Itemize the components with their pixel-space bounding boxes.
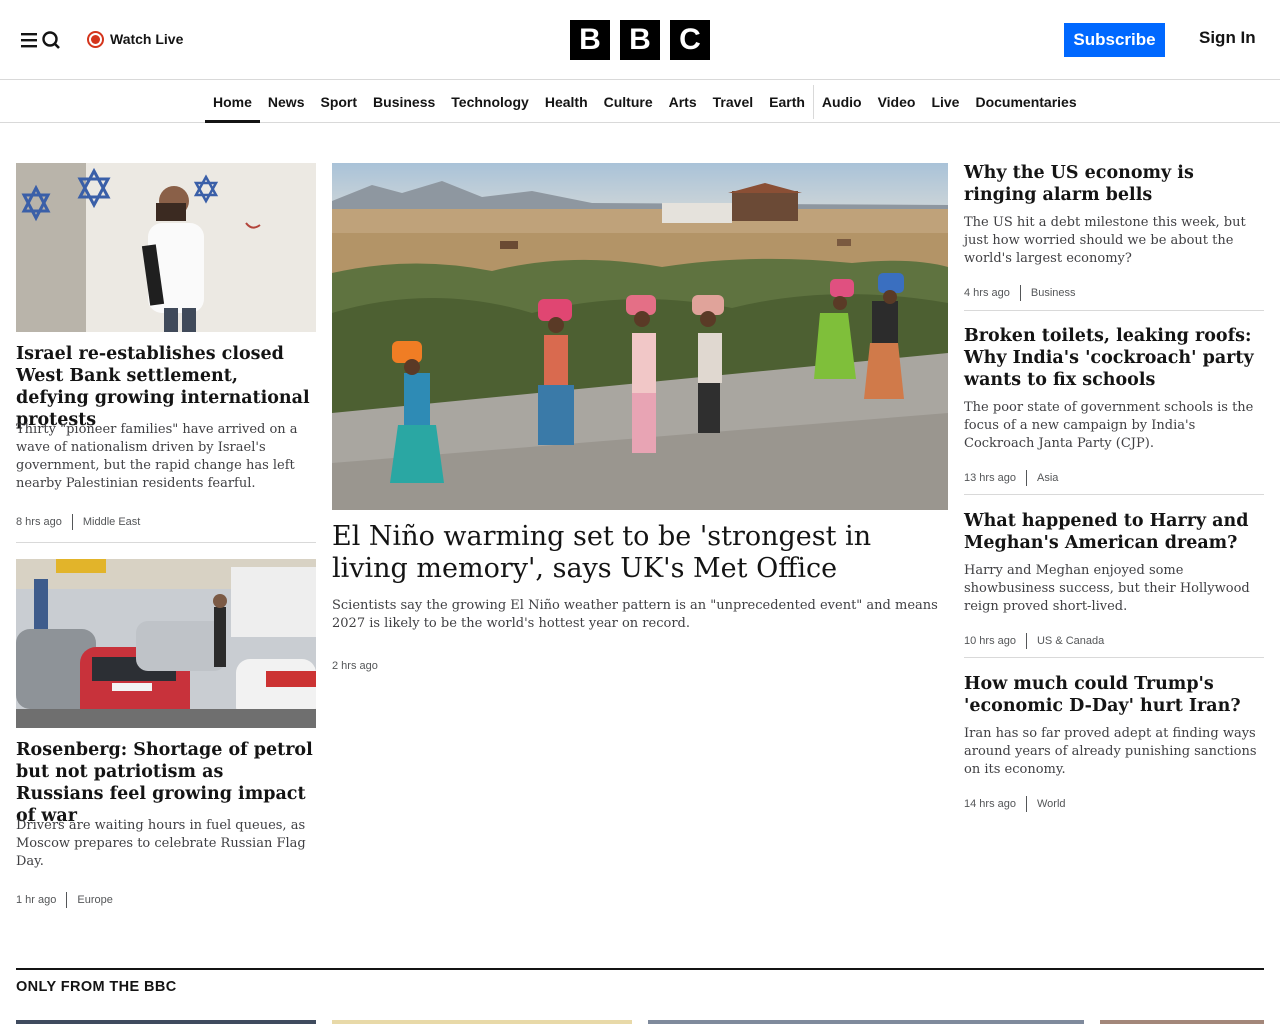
article-meta: 4 hrs ago Business bbox=[964, 285, 1076, 301]
menu-search-button[interactable] bbox=[20, 26, 64, 54]
nav-item-home[interactable]: Home bbox=[205, 81, 260, 123]
lead-article-meta: 2 hrs ago bbox=[332, 658, 378, 674]
nav-item-arts[interactable]: Arts bbox=[661, 81, 705, 122]
nav-item-documentaries[interactable]: Documentaries bbox=[967, 81, 1084, 122]
nav-item-business[interactable]: Business bbox=[365, 81, 443, 122]
article-category-link[interactable]: US & Canada bbox=[1027, 635, 1104, 647]
nav-item-live[interactable]: Live bbox=[923, 81, 967, 122]
el-nino-photo bbox=[332, 163, 948, 510]
section-image-peek[interactable] bbox=[332, 1020, 632, 1024]
article-headline[interactable]: How much could Trump's 'economic D-Day' … bbox=[964, 673, 1264, 717]
section-image-peek[interactable] bbox=[648, 1020, 1084, 1024]
article-category-link[interactable]: Business bbox=[1021, 287, 1076, 299]
article-image-fuel-queue[interactable] bbox=[16, 559, 316, 728]
live-dot-icon bbox=[87, 30, 104, 48]
article-summary: The US hit a debt milestone this week, b… bbox=[964, 215, 1246, 266]
article-meta: 13 hrs ago Asia bbox=[964, 470, 1058, 486]
article-category-link[interactable]: Asia bbox=[1027, 472, 1058, 484]
west-bank-photo bbox=[16, 163, 316, 332]
logo-letter-b2: B bbox=[620, 20, 660, 60]
article-time: 10 hrs ago bbox=[964, 633, 1027, 649]
nav-item-earth[interactable]: Earth bbox=[761, 81, 813, 122]
article-time: 1 hr ago bbox=[16, 892, 68, 908]
lead-article-image[interactable] bbox=[332, 163, 948, 510]
article-summary: The poor state of government schools is … bbox=[964, 400, 1254, 451]
nav-item-news[interactable]: News bbox=[260, 81, 313, 122]
article-category-link[interactable]: Middle East bbox=[73, 516, 140, 528]
section-image-peek[interactable] bbox=[1100, 1020, 1264, 1024]
watch-live-label: Watch Live bbox=[110, 31, 184, 47]
section-rule bbox=[16, 968, 1264, 970]
article-time: 13 hrs ago bbox=[964, 470, 1027, 486]
article-summary: Drivers are waiting hours in fuel queues… bbox=[16, 818, 306, 869]
fuel-queue-photo bbox=[16, 559, 316, 728]
article-meta: 1 hr ago Europe bbox=[16, 892, 113, 908]
nav-item-audio[interactable]: Audio bbox=[814, 81, 870, 122]
nav-item-technology[interactable]: Technology bbox=[443, 81, 537, 122]
logo-letter-b1: B bbox=[570, 20, 610, 60]
bbc-logo[interactable]: B B C bbox=[570, 20, 710, 60]
logo-letter-c: C bbox=[670, 20, 710, 60]
nav-item-travel[interactable]: Travel bbox=[705, 81, 761, 122]
menu-icon bbox=[21, 31, 60, 49]
site-header: Watch Live B B C Subscribe Sign In bbox=[0, 0, 1280, 80]
article-category-link[interactable]: Europe bbox=[67, 894, 112, 906]
section-title: ONLY FROM THE BBC bbox=[16, 979, 177, 995]
article-meta: 10 hrs ago US & Canada bbox=[964, 633, 1104, 649]
article-headline[interactable]: Israel re-establishes closed West Bank s… bbox=[16, 343, 316, 431]
nav-item-video[interactable]: Video bbox=[870, 81, 924, 122]
article-category-link[interactable]: World bbox=[1027, 798, 1066, 810]
watch-live-link[interactable]: Watch Live bbox=[87, 27, 183, 51]
article-headline[interactable]: Rosenberg: Shortage of petrol but not pa… bbox=[16, 739, 316, 827]
divider bbox=[964, 310, 1264, 311]
nav-item-culture[interactable]: Culture bbox=[596, 81, 661, 122]
lead-article-summary: Scientists say the growing El Niño weath… bbox=[332, 598, 938, 631]
nav-item-sport[interactable]: Sport bbox=[312, 81, 365, 122]
main-nav: Home News Sport Business Technology Heal… bbox=[0, 81, 1280, 123]
divider bbox=[16, 542, 316, 543]
article-summary: Harry and Meghan enjoyed some showbusine… bbox=[964, 563, 1250, 614]
article-time: 4 hrs ago bbox=[964, 285, 1021, 301]
article-headline[interactable]: What happened to Harry and Meghan's Amer… bbox=[964, 510, 1264, 554]
divider bbox=[964, 494, 1264, 495]
nav-item-health[interactable]: Health bbox=[537, 81, 596, 122]
article-image-west-bank[interactable] bbox=[16, 163, 316, 332]
article-meta: 8 hrs ago Middle East bbox=[16, 514, 140, 530]
divider bbox=[964, 657, 1264, 658]
section-image-peek[interactable] bbox=[16, 1020, 316, 1024]
article-headline[interactable]: Broken toilets, leaking roofs: Why India… bbox=[964, 325, 1264, 391]
article-summary: Thirty "pioneer families" have arrived o… bbox=[16, 422, 298, 491]
sign-in-link[interactable]: Sign In bbox=[1199, 28, 1256, 48]
article-summary: Iran has so far proved adept at finding … bbox=[964, 726, 1257, 777]
subscribe-button[interactable]: Subscribe bbox=[1064, 23, 1165, 57]
article-meta: 14 hrs ago World bbox=[964, 796, 1066, 812]
article-time: 8 hrs ago bbox=[16, 514, 73, 530]
lead-article-headline[interactable]: El Niño warming set to be 'strongest in … bbox=[332, 521, 948, 585]
article-headline[interactable]: Why the US economy is ringing alarm bell… bbox=[964, 162, 1264, 206]
article-time: 2 hrs ago bbox=[332, 660, 378, 672]
article-time: 14 hrs ago bbox=[964, 796, 1027, 812]
